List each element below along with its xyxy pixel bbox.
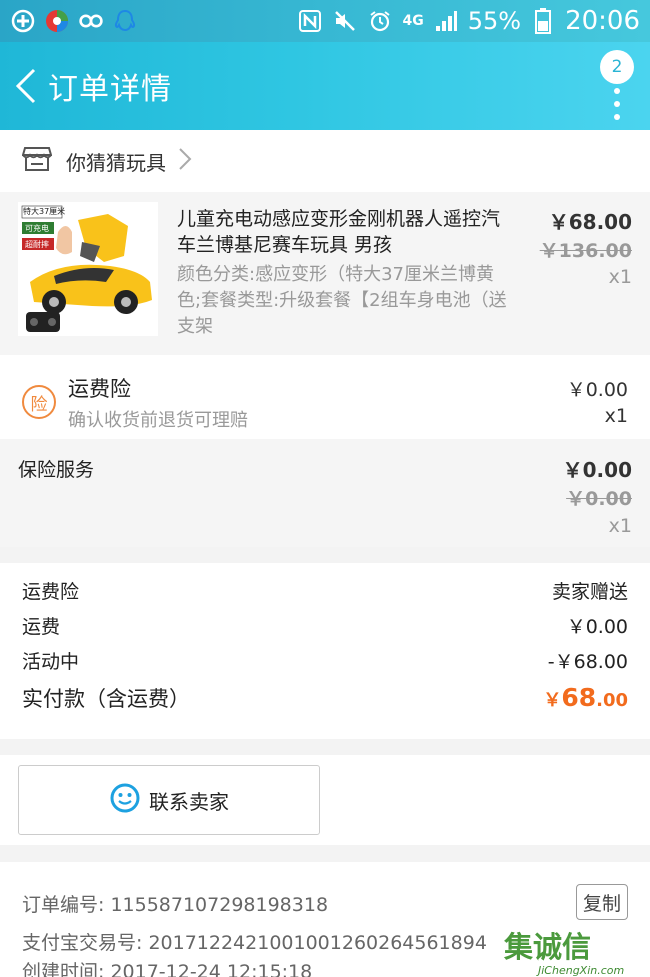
total-decimal: .00 — [596, 690, 628, 711]
contact-section: 联系卖家 — [0, 755, 650, 845]
chat-bubble-icon — [109, 782, 141, 819]
message-badge: 2 — [600, 50, 634, 84]
created-time: 创建时间: 2017-12-24 12:15:18 — [22, 961, 313, 977]
nfc-icon — [297, 8, 323, 34]
contact-seller-label: 联系卖家 — [149, 789, 229, 814]
insurance-service-original-amount: ￥0.00 — [566, 488, 632, 510]
product-quantity: x1 — [608, 266, 632, 288]
summary-value: -￥68.00 — [547, 651, 628, 673]
battery-icon — [530, 8, 556, 34]
image-label: 特大37厘米 — [23, 207, 66, 216]
insurance-service-quantity: x1 — [608, 515, 632, 537]
infinity-app-icon — [78, 8, 104, 34]
back-button[interactable] — [4, 42, 48, 130]
shipping-insurance-row: 险 运费险 确认收货前退货可理赔 ￥0.00 x1 — [0, 355, 650, 439]
alarm-icon — [367, 8, 393, 34]
shop-row[interactable]: 你猜猜玩具 — [0, 130, 650, 192]
mute-icon — [332, 8, 358, 34]
image-label: 可充电 — [25, 224, 49, 233]
more-dots-icon — [614, 88, 622, 120]
product-item[interactable]: 特大37厘米 可充电 超耐摔 儿童充电动感应变形金刚机器人遥控汽车兰博基尼赛车玩… — [0, 192, 650, 355]
summary-label: 运费 — [22, 616, 61, 638]
shipping-insurance-amount: ￥0.00 — [566, 379, 628, 401]
summary-label: 运费险 — [22, 581, 80, 603]
product-image: 特大37厘米 可充电 超耐摔 — [18, 202, 158, 336]
shop-icon — [21, 146, 53, 176]
network-type: 4G — [402, 13, 424, 29]
insurance-service-name: 保险服务 — [18, 459, 95, 481]
image-label: 超耐摔 — [25, 240, 49, 249]
plus-circle-icon — [10, 8, 36, 34]
battery-percent: 55% — [467, 7, 522, 35]
currency-symbol: ￥ — [543, 690, 562, 711]
watermark-url: JiChengXin.com — [538, 964, 625, 977]
total-integer: 68 — [561, 683, 597, 712]
product-original-price: ￥136.00 — [539, 240, 632, 262]
product-spec: 颜色分类:感应变形（特大37厘米兰博黄色;套餐类型:升级套餐【2组车身电池（送支… — [177, 264, 507, 337]
qq-icon — [112, 8, 138, 34]
shipping-insurance-desc: 确认收货前退货可理赔 — [68, 410, 248, 431]
clock: 20:06 — [565, 6, 640, 36]
app-logo-icon — [44, 8, 70, 34]
shipping-insurance-name: 运费险 — [68, 377, 131, 401]
summary-row: 活动中 -￥68.00 — [22, 647, 628, 677]
more-menu-button[interactable]: 2 — [590, 50, 634, 122]
order-number: 订单编号: 115587107298198318 — [22, 894, 329, 916]
total-label: 实付款（含运费） — [22, 687, 190, 711]
summary-row: 运费 ￥0.00 — [22, 612, 628, 642]
shipping-insurance-quantity: x1 — [604, 405, 628, 427]
product-title: 儿童充电动感应变形金刚机器人遥控汽车兰博基尼赛车玩具 男孩 — [177, 208, 501, 256]
summary-value: 卖家赠送 — [551, 581, 628, 603]
product-price: ￥68.00 — [548, 210, 632, 234]
alipay-trade-number: 支付宝交易号: 2017122421001001260264561894 — [22, 932, 487, 954]
watermark-logo: 集诚信 JiChengXin.com — [500, 926, 650, 977]
summary-row: 运费险 卖家赠送 — [22, 577, 628, 607]
chevron-left-icon — [15, 68, 36, 104]
signal-icon — [433, 8, 459, 34]
chevron-right-icon — [178, 147, 192, 175]
total-row: 实付款（含运费） ￥68.00 — [22, 683, 628, 719]
shop-name: 你猜猜玩具 — [66, 150, 166, 175]
page-title: 订单详情 — [48, 72, 172, 107]
insurance-service-amount: ￥0.00 — [562, 458, 632, 482]
copy-button[interactable]: 复制 — [576, 884, 628, 920]
price-summary: 运费险 卖家赠送 运费 ￥0.00 活动中 -￥68.00 实付款（含运费） ￥… — [0, 563, 650, 739]
watermark-text: 集诚信 — [504, 930, 592, 964]
summary-value: ￥0.00 — [566, 616, 628, 638]
total-amount: ￥68.00 — [543, 683, 628, 712]
title-bar: 订单详情 2 — [0, 42, 650, 130]
summary-label: 活动中 — [22, 651, 80, 673]
contact-seller-button[interactable]: 联系卖家 — [18, 765, 320, 835]
status-bar: 4G 55% 20:06 — [0, 0, 650, 42]
insurance-icon: 险 — [22, 385, 56, 419]
insurance-service-row: 保险服务 ￥0.00 ￥0.00 x1 — [0, 439, 650, 547]
